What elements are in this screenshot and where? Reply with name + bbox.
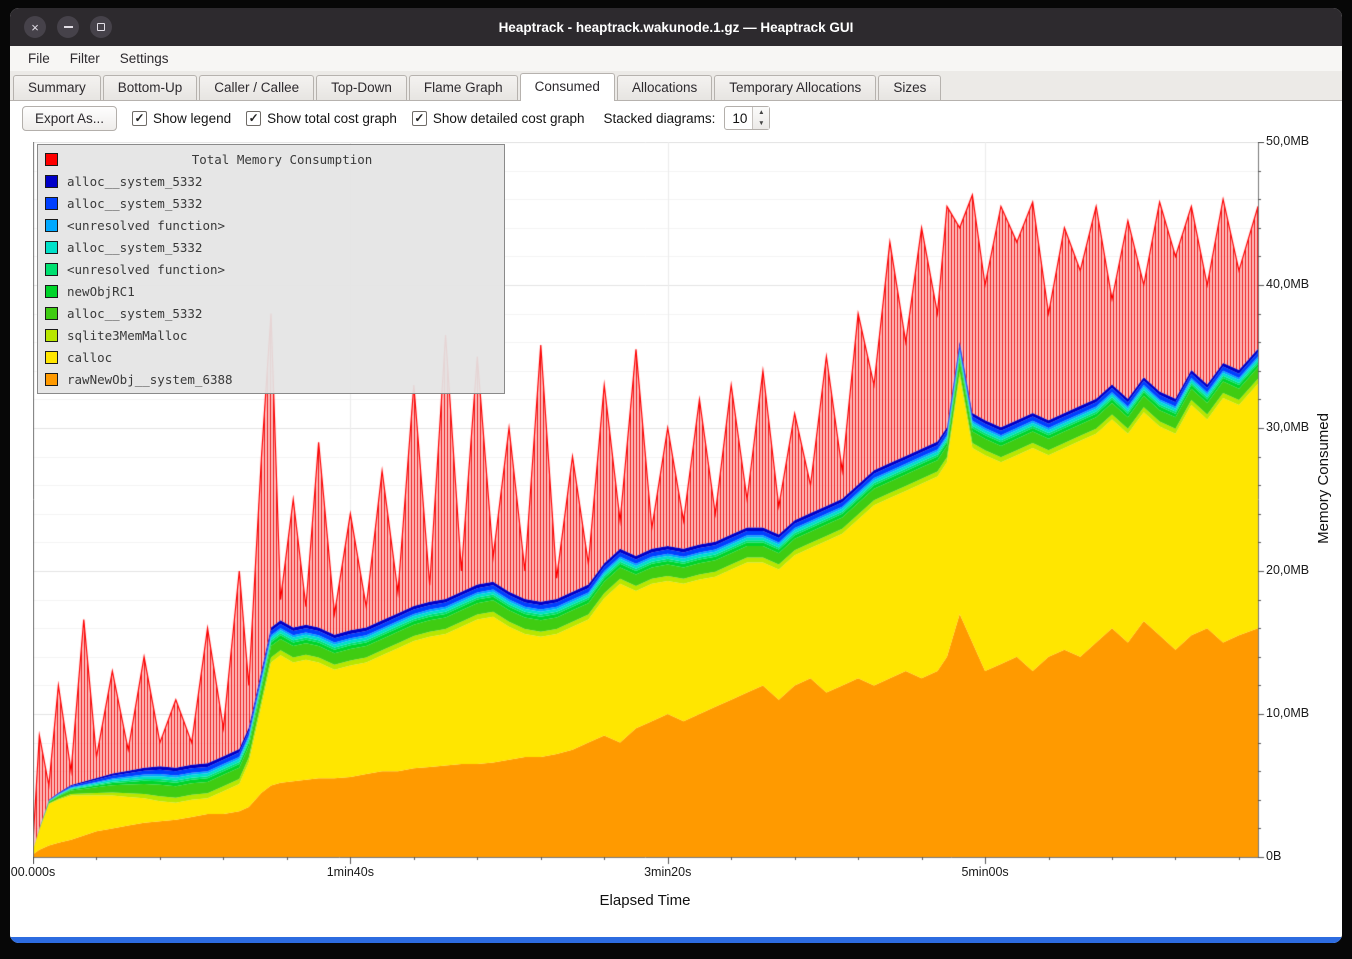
legend-title-row: Total Memory Consumption: [38, 148, 504, 170]
menu-filter[interactable]: Filter: [60, 48, 110, 69]
legend-swatch: [45, 197, 58, 210]
legend-swatch: [45, 307, 58, 320]
bottom-accent-bar: [10, 937, 1342, 943]
minimize-button[interactable]: [57, 16, 79, 38]
legend-item: calloc: [38, 346, 504, 368]
close-icon: ×: [31, 21, 39, 34]
y-axis-tick-label: 50,0MB: [1266, 134, 1309, 148]
chart-area: Total Memory Consumption alloc__system_53…: [10, 135, 1342, 938]
legend-swatch: [45, 219, 58, 232]
y-axis-tick-label: 30,0MB: [1266, 420, 1309, 434]
checkmark-icon: ✓: [412, 111, 427, 126]
checkbox-label: Show legend: [153, 111, 231, 126]
legend-item: alloc__system_5332: [38, 192, 504, 214]
checkbox-show-total-cost-graph[interactable]: ✓ Show total cost graph: [246, 111, 397, 126]
maximize-icon: [97, 23, 105, 31]
legend-swatch: [45, 351, 58, 364]
spin-down-icon[interactable]: ▼: [753, 118, 769, 129]
checkmark-icon: ✓: [246, 111, 261, 126]
legend-item: sqlite3MemMalloc: [38, 324, 504, 346]
tab-summary[interactable]: Summary: [13, 75, 101, 100]
legend-item-label: calloc: [67, 350, 112, 365]
tab-caller-callee[interactable]: Caller / Callee: [199, 75, 314, 100]
legend-item-label: alloc__system_5332: [67, 196, 202, 211]
legend-item: <unresolved function>: [38, 258, 504, 280]
checkbox-show-detailed-cost-graph[interactable]: ✓ Show detailed cost graph: [412, 111, 585, 126]
y-axis-title: Memory Consumed: [1315, 413, 1332, 544]
spin-up-icon[interactable]: ▲: [753, 107, 769, 118]
legend-item-label: rawNewObj__system_6388: [67, 372, 233, 387]
export-as-button[interactable]: Export As...: [22, 106, 117, 131]
menu-settings[interactable]: Settings: [110, 48, 179, 69]
legend-item-label: sqlite3MemMalloc: [67, 328, 187, 343]
tab-bar: SummaryBottom-UpCaller / CalleeTop-DownF…: [10, 72, 1342, 101]
legend-item: rawNewObj__system_6388: [38, 368, 504, 390]
x-axis-tick-label: 1min40s: [327, 865, 374, 879]
legend-swatch: [45, 373, 58, 386]
menu-file[interactable]: File: [18, 48, 60, 69]
menubar: FileFilterSettings: [10, 46, 1342, 72]
legend-swatch: [45, 263, 58, 276]
legend-item-label: alloc__system_5332: [67, 174, 202, 189]
legend-item-label: alloc__system_5332: [67, 306, 202, 321]
y-axis-tick-label: 20,0MB: [1266, 563, 1309, 577]
legend-item: alloc__system_5332: [38, 236, 504, 258]
legend-item: alloc__system_5332: [38, 302, 504, 324]
stacked-diagrams-spinbox[interactable]: 10 ▲ ▼: [724, 106, 770, 130]
tab-bottom-up[interactable]: Bottom-Up: [103, 75, 198, 100]
legend-swatch: [45, 153, 58, 166]
x-axis-tick-label: 3min20s: [644, 865, 691, 879]
legend-item-label: <unresolved function>: [67, 262, 225, 277]
tab-sizes[interactable]: Sizes: [878, 75, 941, 100]
legend-swatch: [45, 241, 58, 254]
legend-item: <unresolved function>: [38, 214, 504, 236]
checkmark-icon: ✓: [132, 111, 147, 126]
stacked-diagrams-label: Stacked diagrams:: [604, 111, 716, 126]
legend-swatch: [45, 329, 58, 342]
titlebar: × Heaptrack - heaptrack.wakunode.1.gz — …: [10, 8, 1342, 46]
close-button[interactable]: ×: [24, 16, 46, 38]
app-window: × Heaptrack - heaptrack.wakunode.1.gz — …: [10, 8, 1342, 943]
x-axis-title: Elapsed Time: [600, 892, 691, 909]
tab-allocations[interactable]: Allocations: [617, 75, 712, 100]
chart-legend: Total Memory Consumption alloc__system_53…: [37, 144, 505, 394]
legend-item-label: <unresolved function>: [67, 218, 225, 233]
minimize-icon: [64, 26, 73, 28]
toolbar: Export As... ✓ Show legend ✓ Show total cos…: [10, 101, 1342, 135]
legend-title: Total Memory Consumption: [67, 152, 497, 167]
checkbox-group: ✓ Show legend ✓ Show total cost graph ✓ Show …: [132, 111, 585, 126]
checkbox-show-legend[interactable]: ✓ Show legend: [132, 111, 231, 126]
y-axis-tick-label: 10,0MB: [1266, 706, 1309, 720]
legend-swatch: [45, 285, 58, 298]
legend-swatch: [45, 175, 58, 188]
tab-consumed[interactable]: Consumed: [520, 73, 615, 101]
x-axis-tick-label: 5min00s: [961, 865, 1008, 879]
x-axis-tick-label: 00.000s: [11, 865, 55, 879]
tab-top-down[interactable]: Top-Down: [316, 75, 407, 100]
spinbox-value: 10: [725, 107, 752, 129]
maximize-button[interactable]: [90, 16, 112, 38]
y-axis-tick-label: 40,0MB: [1266, 277, 1309, 291]
legend-item-label: alloc__system_5332: [67, 240, 202, 255]
tab-temporary-allocations[interactable]: Temporary Allocations: [714, 75, 876, 100]
spinbox-buttons: ▲ ▼: [752, 107, 769, 129]
checkbox-label: Show total cost graph: [267, 111, 397, 126]
legend-item: newObjRC1: [38, 280, 504, 302]
tab-flame-graph[interactable]: Flame Graph: [409, 75, 518, 100]
y-axis-tick-label: 0B: [1266, 849, 1281, 863]
window-title: Heaptrack - heaptrack.wakunode.1.gz — He…: [10, 20, 1342, 35]
legend-item-label: newObjRC1: [67, 284, 135, 299]
legend-item: alloc__system_5332: [38, 170, 504, 192]
checkbox-label: Show detailed cost graph: [433, 111, 585, 126]
window-controls: ×: [24, 8, 112, 46]
